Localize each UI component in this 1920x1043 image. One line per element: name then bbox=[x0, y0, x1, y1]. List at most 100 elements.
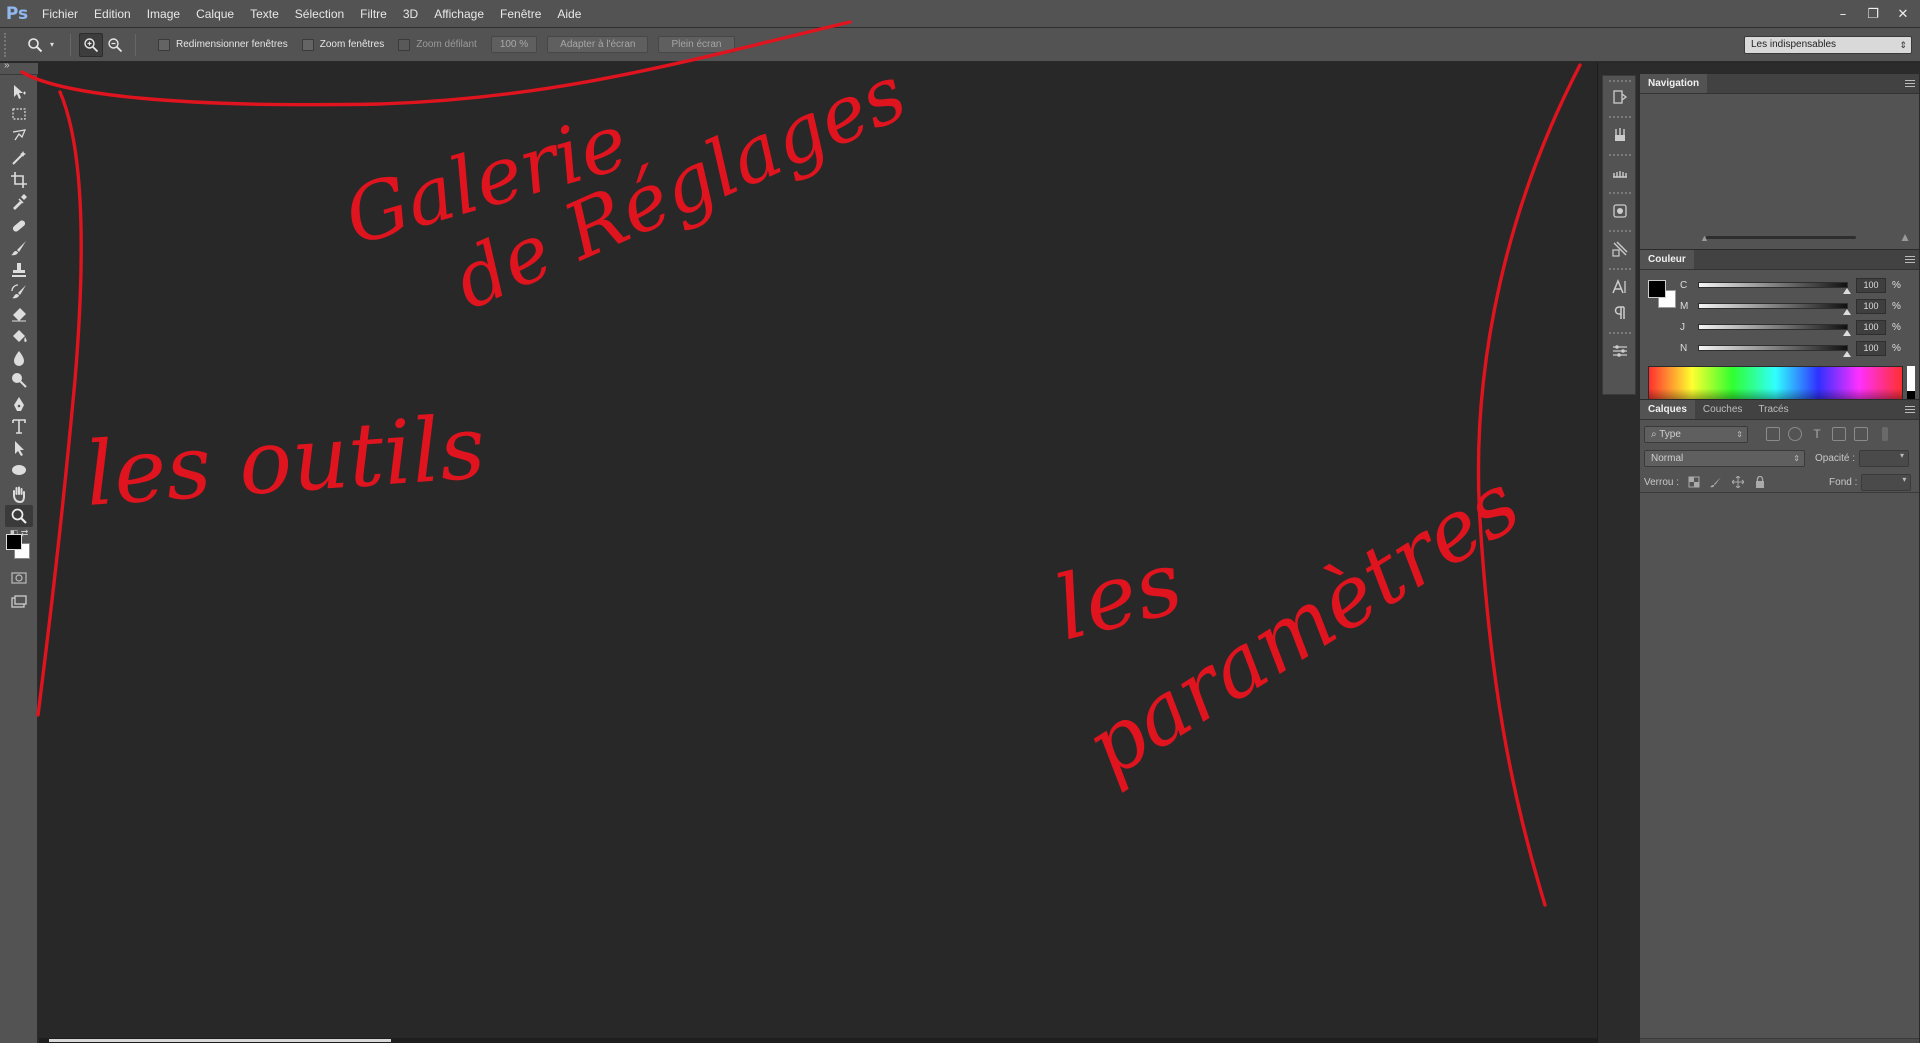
layers-list[interactable] bbox=[1640, 492, 1919, 1012]
menu-calque[interactable]: Calque bbox=[188, 0, 242, 28]
toolbar-header[interactable]: » bbox=[0, 60, 38, 75]
fill-screen-button[interactable]: Plein écran bbox=[658, 36, 735, 53]
tool-preset-picker[interactable]: ▾ bbox=[14, 34, 62, 56]
menu-texte[interactable]: Texte bbox=[242, 0, 287, 28]
minimize-button[interactable]: – bbox=[1832, 5, 1854, 23]
blend-mode-select[interactable]: Normal ⇕ bbox=[1644, 449, 1805, 467]
cmyk-slider[interactable] bbox=[1698, 324, 1851, 336]
cmyk-value-field[interactable]: 100 bbox=[1856, 319, 1886, 335]
zoom-value-field[interactable]: 100 % bbox=[490, 36, 538, 53]
shape-filter-icon[interactable] bbox=[1832, 427, 1846, 441]
blur-tool[interactable] bbox=[5, 347, 33, 369]
lasso-tool[interactable] bbox=[5, 125, 33, 147]
clone-stamp-tool[interactable] bbox=[5, 259, 33, 281]
screen-mode-button[interactable] bbox=[5, 591, 33, 613]
slider-knob[interactable] bbox=[1843, 330, 1851, 336]
cmyk-value-field[interactable]: 100 bbox=[1856, 340, 1886, 356]
zoom-in-mountain-icon[interactable]: ▲ bbox=[1899, 230, 1911, 244]
ellipse-tool[interactable] bbox=[5, 459, 33, 481]
menu-aide[interactable]: Aide bbox=[549, 0, 589, 28]
menu-fichier[interactable]: Fichier bbox=[34, 0, 86, 28]
tab-couleur[interactable]: Couleur bbox=[1640, 250, 1694, 269]
lock-transparency-icon[interactable] bbox=[1687, 475, 1701, 489]
eyedropper-tool[interactable] bbox=[5, 191, 33, 213]
move-tool[interactable] bbox=[5, 81, 33, 103]
dodge-tool[interactable] bbox=[5, 369, 33, 391]
lock-position-icon[interactable] bbox=[1731, 475, 1745, 489]
dock-grip[interactable] bbox=[1609, 268, 1631, 272]
foreground-color-swatch[interactable] bbox=[6, 534, 22, 550]
menu-affichage[interactable]: Affichage bbox=[426, 0, 492, 28]
healing-brush-tool[interactable] bbox=[5, 215, 33, 237]
scrubby-zoom-option[interactable]: Zoom défilant bbox=[398, 38, 477, 51]
tab-couches[interactable]: Couches bbox=[1695, 400, 1750, 419]
brushes-panel-button[interactable] bbox=[1609, 162, 1631, 184]
dock-grip[interactable] bbox=[1609, 332, 1631, 336]
menu-3d[interactable]: 3D bbox=[395, 0, 426, 28]
lock-all-icon[interactable] bbox=[1753, 475, 1767, 489]
slider-knob[interactable] bbox=[1843, 309, 1851, 315]
brush-tool[interactable] bbox=[5, 237, 33, 259]
marquee-tool[interactable] bbox=[5, 103, 33, 125]
history-brush-tool[interactable] bbox=[5, 281, 33, 303]
tool-presets-panel-button[interactable] bbox=[1609, 238, 1631, 260]
zoom-all-windows-checkbox[interactable] bbox=[301, 38, 314, 51]
dock-grip[interactable] bbox=[1609, 230, 1631, 234]
hand-tool[interactable] bbox=[5, 483, 33, 505]
magic-wand-tool[interactable] bbox=[5, 147, 33, 169]
zoom-out-button[interactable] bbox=[103, 33, 127, 57]
pixel-filter-icon[interactable] bbox=[1766, 427, 1780, 441]
adjustment-filter-icon[interactable] bbox=[1788, 427, 1802, 441]
pen-tool[interactable] bbox=[5, 393, 33, 415]
fill-field[interactable]: ▾ bbox=[1861, 473, 1912, 491]
chevron-down-icon[interactable]: ▾ bbox=[1900, 451, 1904, 460]
cmyk-value-field[interactable]: 100 bbox=[1856, 298, 1886, 314]
paint-bucket-tool[interactable] bbox=[5, 325, 33, 347]
panel-menu-icon[interactable] bbox=[1905, 78, 1915, 88]
character-panel-button[interactable] bbox=[1609, 276, 1631, 298]
tab-calques[interactable]: Calques bbox=[1640, 400, 1695, 419]
menu-fenetre[interactable]: Fenêtre bbox=[492, 0, 549, 28]
menu-selection[interactable]: Sélection bbox=[287, 0, 352, 28]
resize-windows-checkbox[interactable] bbox=[158, 38, 170, 51]
scrollbar-thumb[interactable] bbox=[49, 1039, 391, 1042]
options-bar-grip[interactable] bbox=[4, 32, 14, 57]
scrubby-zoom-checkbox[interactable] bbox=[398, 38, 411, 51]
resize-windows-option[interactable]: Redimensionner fenêtres bbox=[158, 38, 288, 51]
eraser-tool[interactable] bbox=[5, 303, 33, 325]
slider-knob[interactable] bbox=[1843, 288, 1851, 294]
horizontal-scrollbar[interactable] bbox=[39, 1038, 1597, 1043]
dock-grip[interactable] bbox=[1609, 192, 1631, 196]
slider-knob[interactable] bbox=[1843, 351, 1851, 357]
close-button[interactable]: ✕ bbox=[1892, 5, 1914, 23]
cmyk-value-field[interactable]: 100 bbox=[1856, 277, 1886, 293]
menu-filtre[interactable]: Filtre bbox=[352, 0, 395, 28]
menu-edition[interactable]: Edition bbox=[86, 0, 139, 28]
zoom-in-button[interactable] bbox=[79, 32, 103, 57]
foreground-color-swatch[interactable] bbox=[1648, 280, 1666, 298]
dock-grip[interactable] bbox=[1609, 154, 1631, 158]
panels-collapse-bar[interactable] bbox=[1639, 63, 1920, 73]
tab-traces[interactable]: Tracés bbox=[1750, 400, 1796, 419]
clone-source-panel-button[interactable] bbox=[1609, 200, 1631, 222]
type-tool[interactable] bbox=[5, 415, 33, 437]
chevron-down-icon[interactable]: ▾ bbox=[1902, 475, 1906, 484]
panel-menu-icon[interactable] bbox=[1905, 254, 1915, 264]
layer-filter-select[interactable]: ⌕ Type ⇕ bbox=[1644, 425, 1748, 443]
zoom-tool[interactable] bbox=[5, 505, 33, 527]
type-filter-icon[interactable]: T bbox=[1810, 427, 1824, 441]
restore-button[interactable]: ❐ bbox=[1862, 5, 1884, 23]
navigation-zoom-slider[interactable] bbox=[1706, 236, 1856, 239]
paragraph-panel-button[interactable] bbox=[1609, 302, 1631, 324]
path-selection-tool[interactable] bbox=[5, 437, 33, 459]
smart-object-filter-icon[interactable] bbox=[1854, 427, 1868, 441]
cmyk-slider[interactable] bbox=[1698, 303, 1851, 315]
navigation-preview[interactable]: ▲ ▲ bbox=[1640, 94, 1919, 249]
cmyk-slider[interactable] bbox=[1698, 282, 1851, 294]
brush-preset-panel-button[interactable] bbox=[1609, 124, 1631, 146]
history-panel-button[interactable] bbox=[1609, 86, 1631, 108]
opacity-field[interactable]: ▾ bbox=[1859, 449, 1910, 467]
tab-navigation[interactable]: Navigation bbox=[1640, 74, 1708, 93]
quick-mask-button[interactable] bbox=[5, 567, 33, 589]
panel-menu-icon[interactable] bbox=[1905, 404, 1915, 414]
